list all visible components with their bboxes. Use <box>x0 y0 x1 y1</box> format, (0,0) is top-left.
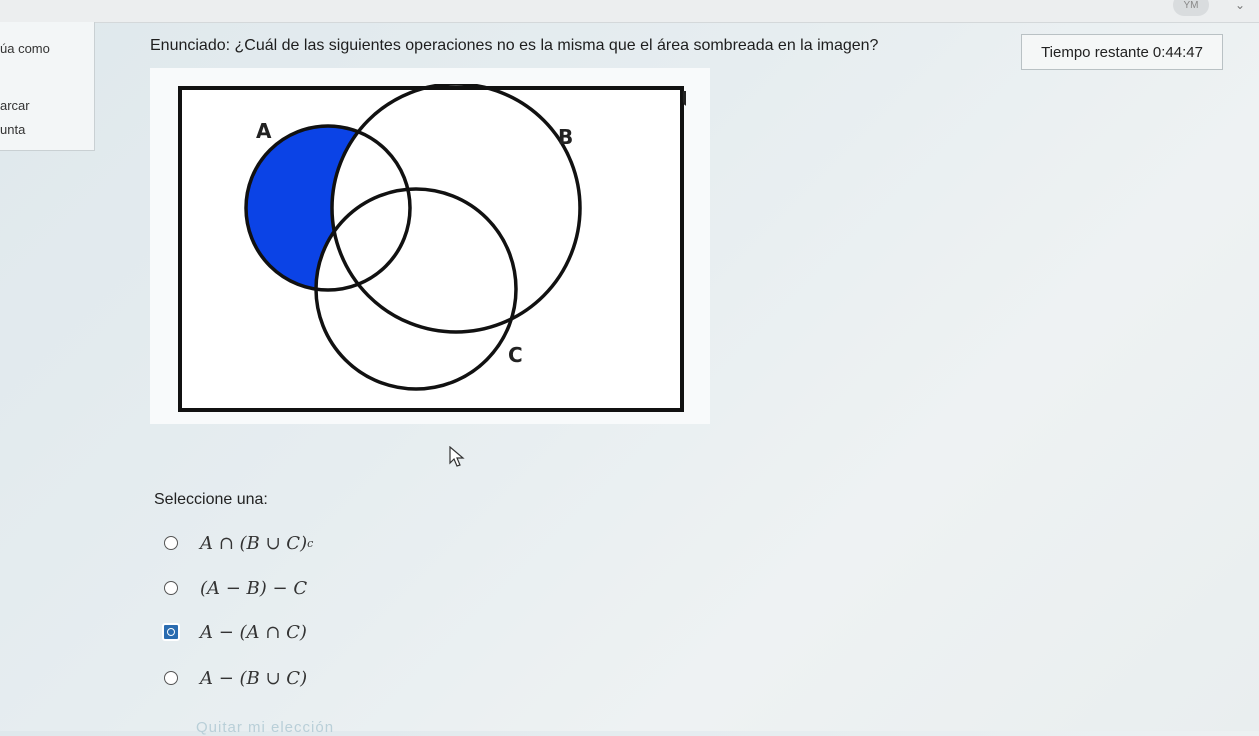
set-b-label: B <box>558 125 573 149</box>
answer-option-2[interactable]: (A − B) − C <box>164 574 307 602</box>
sidebar-item-3[interactable]: unta <box>0 122 25 137</box>
set-a-label: A <box>256 119 272 143</box>
sidebar: úa como arcar unta <box>0 22 95 151</box>
mouse-cursor-icon <box>449 446 465 467</box>
sidebar-item-1[interactable]: úa como <box>0 41 50 56</box>
sidebar-item-2[interactable]: arcar <box>0 98 30 113</box>
top-bar: · · · YM ⌄ <box>0 0 1259 23</box>
radio-button[interactable] <box>164 671 178 685</box>
radio-button[interactable] <box>164 581 178 595</box>
radio-button[interactable] <box>164 536 178 550</box>
universe-label: U <box>681 87 686 111</box>
clear-choice-link[interactable]: Quitar mi elección <box>196 719 334 736</box>
chevron-down-icon[interactable]: ⌄ <box>1235 0 1245 12</box>
answer-option-4-text: A − (B ∪ C) <box>200 667 308 689</box>
complement-superscript: c <box>307 536 314 550</box>
select-one-label: Seleccione una: <box>154 491 268 508</box>
answer-option-3-text: A − (A ∩ C) <box>200 621 307 643</box>
radio-button-selected[interactable] <box>162 623 180 641</box>
question-prefix: Enunciado: <box>150 37 231 54</box>
question-text: Enunciado: ¿Cuál de las siguientes opera… <box>150 37 878 55</box>
time-remaining-box: Tiempo restante 0:44:47 <box>1021 34 1223 70</box>
answer-option-3[interactable]: A − (A ∩ C) <box>162 618 307 646</box>
timer-label: Tiempo restante <box>1041 43 1149 61</box>
answer-option-1[interactable]: A ∩ (B ∪ C) c <box>164 529 313 557</box>
answer-option-1-text: A ∩ (B ∪ C) <box>200 532 308 554</box>
user-avatar[interactable]: YM <box>1173 0 1209 16</box>
question-body: ¿Cuál de las siguientes operaciones no e… <box>234 37 879 54</box>
set-c-label: C <box>508 343 523 367</box>
answer-option-4[interactable]: A − (B ∪ C) <box>164 664 307 692</box>
timer-value: 0:44:47 <box>1152 43 1203 61</box>
user-name-faint: · · · <box>1137 0 1159 4</box>
venn-diagram: U A B C <box>178 84 686 412</box>
answer-option-2-text: (A − B) − C <box>200 577 308 599</box>
